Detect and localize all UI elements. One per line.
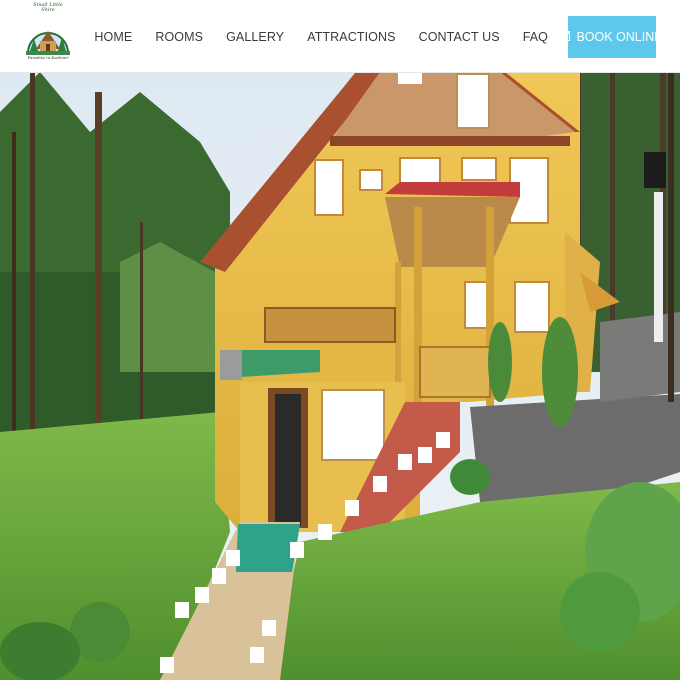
- nav-contact-us[interactable]: CONTACT US: [419, 30, 500, 44]
- nav-gallery[interactable]: GALLERY: [226, 30, 284, 44]
- nav-home[interactable]: HOME: [94, 30, 132, 44]
- nav-faq[interactable]: FAQ: [523, 30, 548, 44]
- hero-photo-cottage: [0, 72, 680, 680]
- calendar-icon: [561, 30, 571, 44]
- hero-image: [0, 72, 680, 680]
- logo-name: Small Little Shire: [33, 2, 63, 13]
- book-online-button[interactable]: BOOK ONLINE: [561, 16, 663, 58]
- nav-attractions[interactable]: ATTRACTIONS: [307, 30, 395, 44]
- logo-tagline: Paradise in Kashmir: [27, 55, 69, 60]
- site-header: Small Little Shire Paradise in Kashmir H…: [0, 0, 680, 73]
- nav-rooms[interactable]: ROOMS: [155, 30, 203, 44]
- main-nav: HOME ROOMS GALLERY ATTRACTIONS CONTACT U…: [94, 16, 663, 58]
- book-online-label: BOOK ONLINE: [576, 30, 663, 44]
